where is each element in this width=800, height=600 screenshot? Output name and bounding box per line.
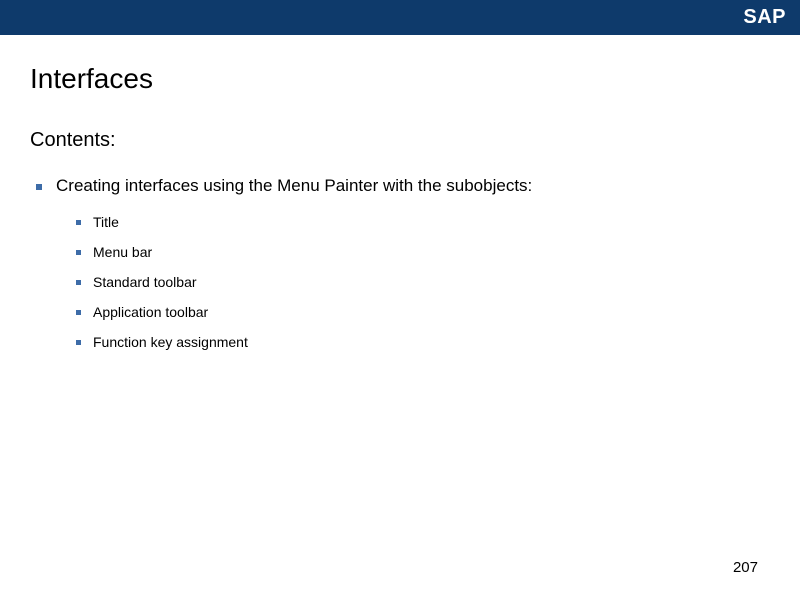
bullet-icon: [76, 310, 81, 315]
sub-item-text: Title: [93, 214, 119, 230]
page-number: 207: [733, 559, 758, 576]
contents-label: Contents:: [30, 129, 770, 152]
bullet-icon: [76, 220, 81, 225]
slide-content: Interfaces Contents: Creating interfaces…: [0, 35, 800, 350]
sub-item-text: Menu bar: [93, 244, 152, 260]
list-item: Menu bar: [76, 244, 770, 260]
bullet-icon: [76, 250, 81, 255]
sub-item-text: Application toolbar: [93, 304, 208, 320]
list-item: Creating interfaces using the Menu Paint…: [36, 176, 770, 196]
sub-item-text: Function key assignment: [93, 334, 248, 350]
sub-list: Title Menu bar Standard toolbar Applicat…: [30, 214, 770, 350]
list-item: Standard toolbar: [76, 274, 770, 290]
logo-wrap: SAP: [717, 0, 800, 35]
list-item: Function key assignment: [76, 334, 770, 350]
top-list: Creating interfaces using the Menu Paint…: [30, 176, 770, 196]
bullet-icon: [36, 184, 42, 190]
list-item: Application toolbar: [76, 304, 770, 320]
bullet-icon: [76, 280, 81, 285]
bullet-icon: [76, 340, 81, 345]
list-item: Title: [76, 214, 770, 230]
top-item-text: Creating interfaces using the Menu Paint…: [56, 176, 532, 196]
logo-slant: [717, 0, 735, 35]
sub-item-text: Standard toolbar: [93, 274, 197, 290]
sap-logo: SAP: [735, 0, 800, 35]
header-bar: SAP: [0, 0, 800, 35]
slide-title: Interfaces: [30, 63, 770, 95]
